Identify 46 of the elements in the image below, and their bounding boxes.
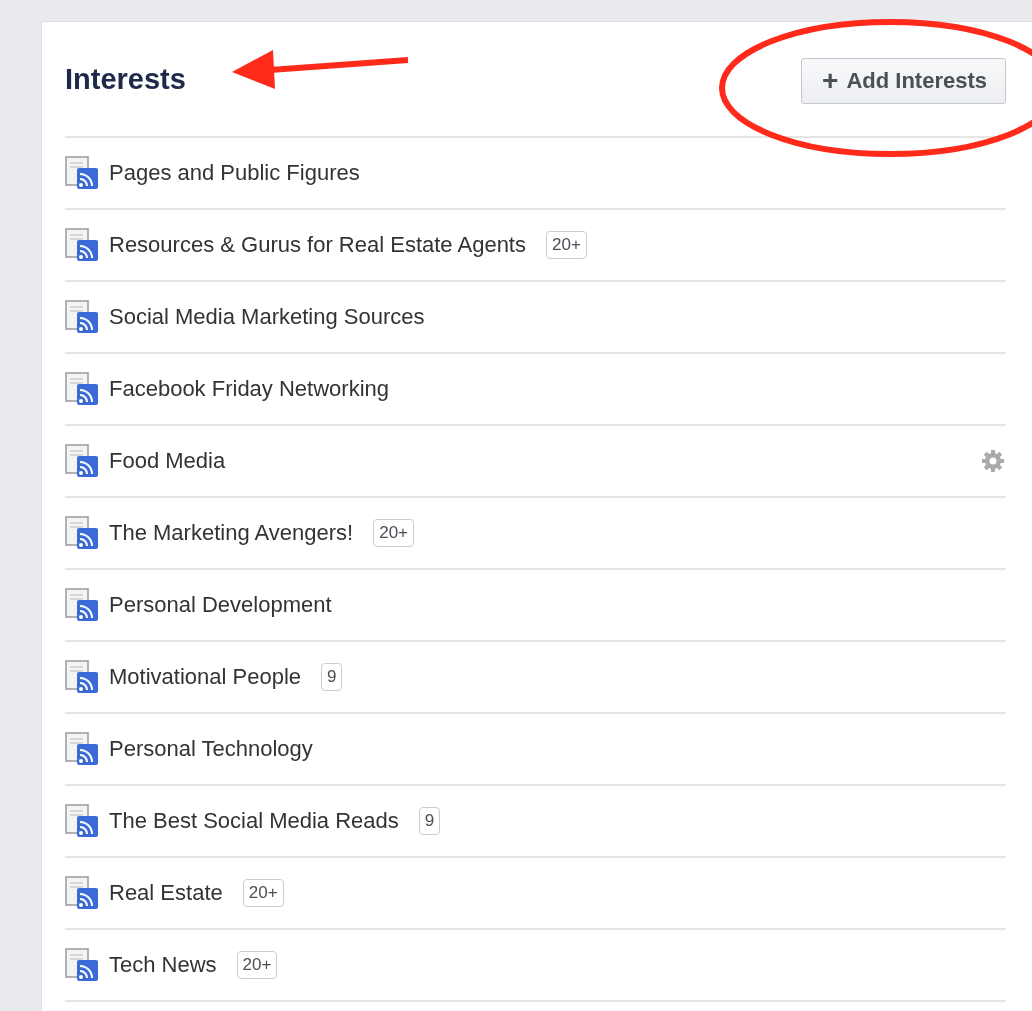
feed-icon — [65, 444, 99, 478]
interest-name: Resources & Gurus for Real Estate Agents — [109, 232, 526, 258]
feed-icon — [65, 156, 99, 190]
feed-icon — [65, 948, 99, 982]
interest-list-item[interactable]: Motivational People 9 — [65, 642, 1006, 714]
interest-name: Food Media — [109, 448, 226, 474]
interest-list-item[interactable]: The Best Social Media Reads 9 — [65, 786, 1006, 858]
interest-name: Personal Development — [109, 592, 332, 618]
interest-list-item[interactable]: Food Media — [65, 426, 1006, 498]
interest-list-item[interactable]: Social Media Marketing Sources — [65, 282, 1006, 354]
count-badge: 9 — [321, 663, 343, 691]
interest-name: Pages and Public Figures — [109, 160, 360, 186]
interest-name: Motivational People — [109, 664, 301, 690]
interest-name: The Best Social Media Reads — [109, 808, 399, 834]
interest-list-item[interactable]: Facebook Friday Networking — [65, 354, 1006, 426]
interest-list-item[interactable]: Tech News 20+ — [65, 930, 1006, 1002]
interest-name: Social Media Marketing Sources — [109, 304, 425, 330]
interest-name: Personal Technology — [109, 736, 313, 762]
plus-icon: + — [822, 67, 839, 95]
count-badge: 20+ — [373, 519, 414, 547]
interest-list-item[interactable]: Personal Development — [65, 570, 1006, 642]
count-badge: 20+ — [546, 231, 587, 259]
interest-list-item[interactable]: Personal Technology — [65, 714, 1006, 786]
count-badge: 9 — [418, 807, 441, 835]
section-title: Interests — [65, 62, 186, 96]
interest-list-item[interactable]: The Marketing Avengers! 20+ — [65, 498, 1006, 570]
count-badge: 20+ — [236, 951, 278, 979]
interest-name: Real Estate — [109, 880, 223, 906]
feed-icon — [65, 228, 99, 262]
interest-name: Tech News — [109, 952, 217, 978]
feed-icon — [65, 876, 99, 910]
count-badge: 20+ — [242, 879, 284, 907]
interest-list-item[interactable]: Resources & Gurus for Real Estate Agents 20+ — [65, 210, 1006, 282]
settings-icon[interactable] — [980, 448, 1006, 474]
feed-icon — [65, 516, 99, 550]
add-interests-button[interactable]: + Add Interests — [801, 58, 1006, 104]
feed-icon — [65, 660, 99, 694]
feed-icon — [65, 804, 99, 838]
feed-icon — [65, 372, 99, 406]
feed-icon — [65, 732, 99, 766]
interest-list-item[interactable]: Pages and Public Figures — [65, 138, 1006, 210]
feed-icon — [65, 300, 99, 334]
interest-list-item[interactable]: Real Estate 20+ — [65, 858, 1006, 930]
interest-name: Facebook Friday Networking — [109, 376, 389, 402]
interest-name: The Marketing Avengers! — [109, 520, 354, 546]
feed-icon — [65, 588, 99, 622]
